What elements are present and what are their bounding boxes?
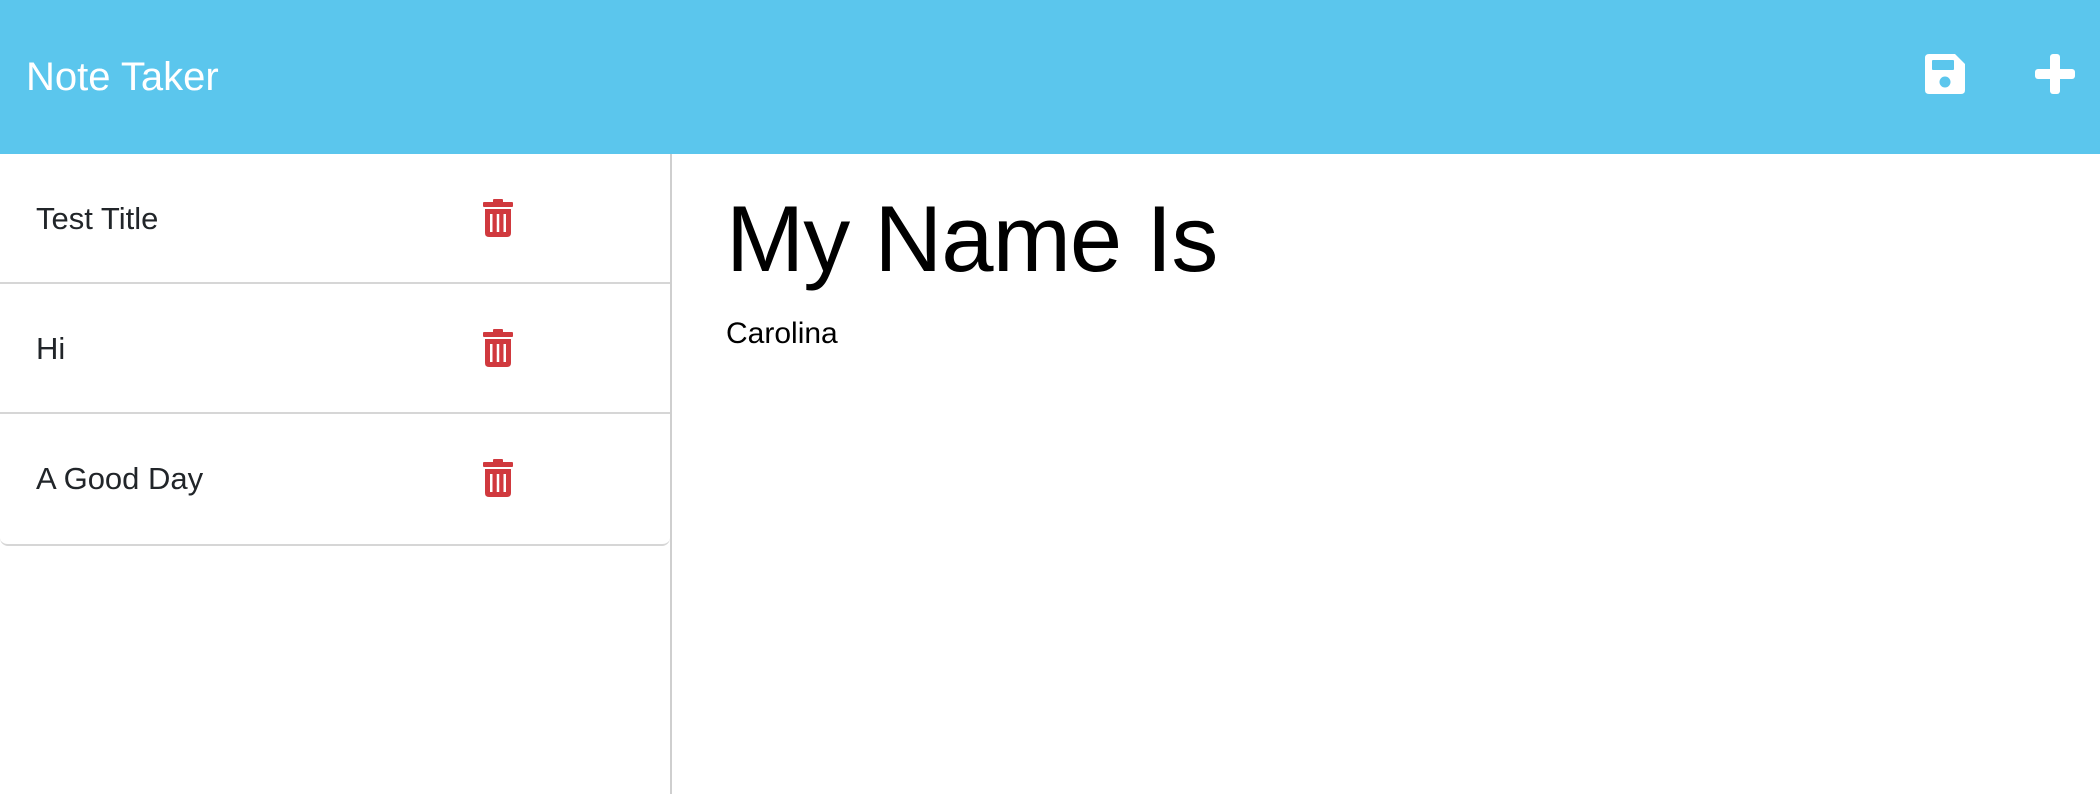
note-list-item[interactable]: Hi bbox=[0, 284, 670, 414]
note-title-field[interactable]: My Name Is bbox=[726, 184, 1218, 294]
note-list: Test Title Hi A Good Day bbox=[0, 154, 670, 546]
delete-note-button[interactable] bbox=[478, 326, 518, 370]
trash-icon bbox=[483, 329, 513, 367]
delete-note-button[interactable] bbox=[478, 196, 518, 240]
note-editor: My Name Is Carolina bbox=[674, 154, 2100, 794]
delete-note-button[interactable] bbox=[478, 456, 518, 500]
note-list-sidebar: Test Title Hi A Good Day bbox=[0, 154, 672, 794]
note-list-item[interactable]: A Good Day bbox=[0, 414, 670, 544]
trash-icon bbox=[483, 459, 513, 497]
floppy-disk-icon bbox=[1925, 54, 1965, 94]
note-list-item[interactable]: Test Title bbox=[0, 154, 670, 284]
note-list-item-title: A Good Day bbox=[36, 461, 204, 496]
plus-icon bbox=[2035, 54, 2075, 94]
save-note-button[interactable] bbox=[1915, 44, 1975, 104]
note-list-item-title: Hi bbox=[36, 331, 66, 366]
note-text-field[interactable]: Carolina bbox=[726, 314, 838, 354]
trash-icon bbox=[483, 199, 513, 237]
brand-title[interactable]: Note Taker bbox=[26, 52, 219, 102]
note-list-item-title: Test Title bbox=[36, 201, 159, 236]
navbar: Note Taker bbox=[0, 0, 2100, 154]
new-note-button[interactable] bbox=[2025, 44, 2085, 104]
